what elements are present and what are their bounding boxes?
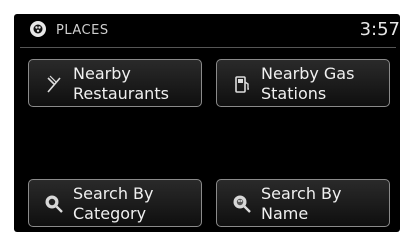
- header-divider: [20, 47, 396, 48]
- nearby-gas-stations-button[interactable]: Nearby Gas Stations: [216, 59, 390, 107]
- button-label: Nearby Gas Stations: [261, 64, 355, 103]
- nav-screen: PLACES 3:57 Nearby Restaurants Nearby Ga…: [14, 14, 400, 232]
- search-name-icon: [231, 193, 253, 215]
- button-label: Nearby Restaurants: [73, 64, 169, 103]
- nearby-restaurants-button[interactable]: Nearby Restaurants: [28, 59, 202, 107]
- search-category-icon: [43, 193, 65, 215]
- search-by-name-button[interactable]: Search By Name: [216, 179, 390, 227]
- places-app-icon: [28, 20, 48, 38]
- utensils-icon: [43, 73, 65, 95]
- gas-pump-icon: [231, 73, 253, 95]
- page-title: PLACES: [56, 23, 109, 38]
- search-by-category-button[interactable]: Search By Category: [28, 179, 202, 227]
- clock: 3:57: [359, 19, 400, 40]
- header-bar: PLACES 3:57: [14, 14, 400, 46]
- button-label: Search By Name: [261, 184, 342, 223]
- button-label: Search By Category: [73, 184, 154, 223]
